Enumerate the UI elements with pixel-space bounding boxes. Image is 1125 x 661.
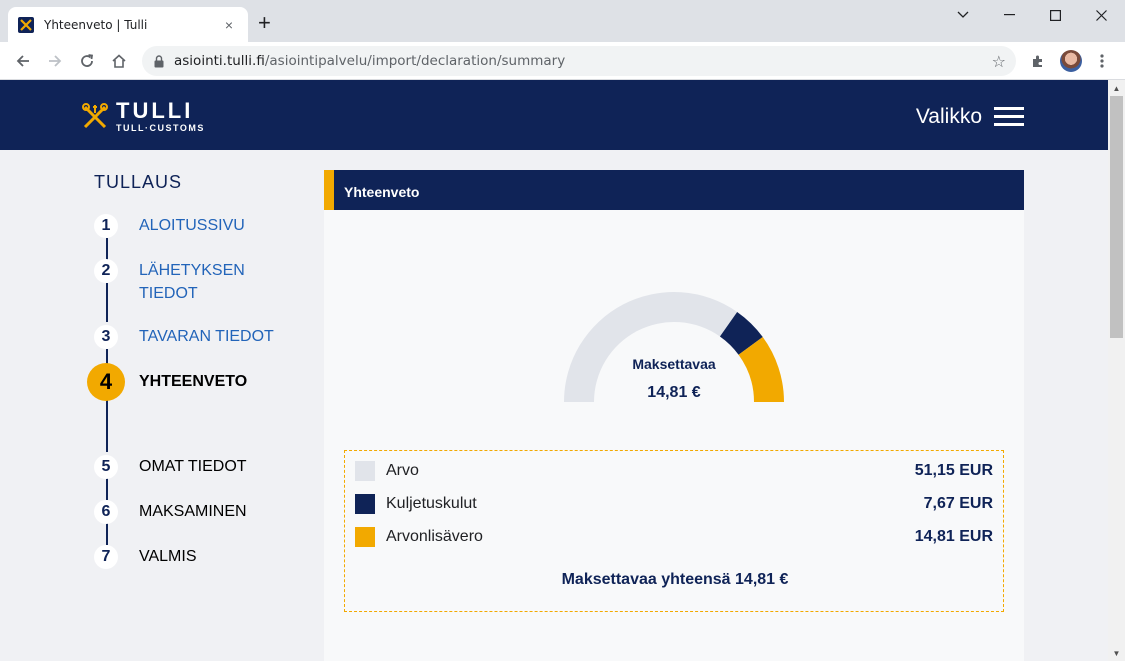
step-aloitussivu[interactable]: 1 ALOITUSSIVU (94, 214, 245, 238)
cost-label: Arvonlisävero (386, 528, 483, 545)
step-valmis: 7 VALMIS (94, 545, 197, 569)
step-number: 6 (94, 500, 118, 524)
url-path: /asiointipalvelu/import/declaration/summ… (264, 53, 566, 69)
stepper-title: TULLAUS (94, 172, 183, 192)
tab-search-icon[interactable] (940, 0, 986, 30)
step-label: YHTEENVETO (139, 373, 248, 390)
step-number: 5 (94, 455, 118, 479)
menu-label: Valikko (915, 104, 982, 128)
step-lahetyksen-tiedot[interactable]: 2 LÄHETYKSEN TIEDOT (94, 259, 245, 305)
total-payable: Maksettavaa yhteensä 14,81 € (561, 571, 789, 588)
menu-button[interactable]: Valikko (916, 102, 1024, 131)
browser-tab[interactable]: Yhteenveto | Tulli × (8, 7, 248, 42)
profile-avatar[interactable] (1060, 50, 1082, 72)
step-number: 1 (94, 214, 118, 238)
card-title: Yhteenveto (344, 184, 420, 200)
cost-amount: 51,15 EUR (914, 462, 993, 479)
step-label-line: TIEDOT (139, 285, 198, 302)
page-scrollbar[interactable]: ▲ ▼ (1108, 80, 1125, 661)
step-label: OMAT TIEDOT (139, 458, 247, 475)
step-label: VALMIS (139, 548, 197, 565)
step-label: TAVARAN TIEDOT (139, 328, 274, 345)
site-header: TULLI TULL·CUSTOMS Valikko (0, 80, 1108, 150)
scroll-thumb[interactable] (1110, 96, 1123, 338)
scroll-down-icon[interactable]: ▼ (1108, 645, 1125, 661)
back-icon[interactable] (12, 50, 34, 72)
keys-emblem-icon (82, 102, 108, 128)
step-number-active: 4 (87, 363, 125, 401)
cost-row-arvo: Arvo 51,15 EUR (355, 459, 993, 483)
step-connector (106, 238, 108, 260)
cost-amount: 14,81 EUR (914, 528, 993, 545)
step-maksaminen: 6 MAKSAMINEN (94, 500, 247, 524)
url-text: asiointi.tulli.fi/asiointipalvelu/import… (174, 53, 565, 69)
step-connector (106, 478, 108, 500)
cost-breakdown: Arvo 51,15 EUR Kuljetuskulut 7,67 EUR Ar… (344, 450, 1004, 612)
tab-title: Yhteenveto | Tulli (44, 17, 148, 32)
tulli-logo[interactable]: TULLI TULL·CUSTOMS (82, 100, 205, 133)
close-window-icon[interactable] (1078, 0, 1124, 30)
step-connector (106, 523, 108, 545)
legend-swatch (355, 461, 375, 481)
forward-icon[interactable] (44, 50, 66, 72)
minimize-icon[interactable] (986, 0, 1032, 30)
cost-row-kuljetuskulut: Kuljetuskulut 7,67 EUR (355, 492, 993, 516)
step-number: 2 (94, 259, 118, 283)
step-label: LÄHETYKSEN TIEDOT (139, 259, 245, 305)
tulli-favicon-icon (18, 16, 34, 33)
cost-label: Kuljetuskulut (386, 495, 477, 512)
logo-subtitle: TULL·CUSTOMS (116, 123, 205, 133)
step-tavaran-tiedot[interactable]: 3 TAVARAN TIEDOT (94, 325, 274, 349)
summary-card: Yhteenveto Maksettavaa 14,81 € Arvo 51,1… (324, 170, 1024, 661)
browser-tab-bar: Yhteenveto | Tulli × + (0, 0, 1125, 42)
gauge-label: Maksettavaa (632, 356, 716, 372)
cost-row-arvonlisavero: Arvonlisävero 14,81 EUR (355, 525, 993, 549)
card-header: Yhteenveto (324, 170, 1024, 210)
star-icon[interactable]: ☆ (992, 52, 1006, 72)
lock-icon (154, 54, 164, 67)
home-icon[interactable] (108, 50, 130, 72)
address-bar[interactable]: asiointi.tulli.fi/asiointipalvelu/import… (142, 46, 1016, 76)
legend-swatch (355, 527, 375, 547)
step-yhteenveto-current: 4 YHTEENVETO (87, 363, 248, 401)
reload-icon[interactable] (76, 50, 98, 72)
new-tab-button[interactable]: + (258, 12, 271, 34)
hamburger-icon (994, 102, 1024, 131)
step-connector (106, 400, 108, 452)
legend-swatch (355, 494, 375, 514)
kebab-menu-icon[interactable] (1092, 51, 1112, 71)
step-number: 3 (94, 325, 118, 349)
scroll-up-icon[interactable]: ▲ (1108, 80, 1125, 96)
url-host: asiointi.tulli.fi (174, 53, 265, 69)
step-number: 7 (94, 545, 118, 569)
step-label: MAKSAMINEN (139, 503, 247, 520)
step-omat-tiedot: 5 OMAT TIEDOT (94, 455, 247, 479)
cost-label: Arvo (386, 462, 419, 479)
payment-gauge: Maksettavaa 14,81 € (562, 290, 786, 410)
logo-wordmark: TULLI (116, 98, 194, 123)
gauge-value: 14,81 € (647, 384, 701, 401)
browser-toolbar: asiointi.tulli.fi/asiointipalvelu/import… (0, 42, 1125, 80)
tab-close-icon[interactable]: × (220, 17, 238, 33)
cost-amount: 7,67 EUR (923, 495, 993, 512)
step-label: ALOITUSSIVU (139, 217, 245, 234)
step-connector (106, 283, 108, 322)
maximize-icon[interactable] (1032, 0, 1078, 30)
extensions-icon[interactable] (1028, 51, 1048, 71)
page-content: TULLI TULL·CUSTOMS Valikko TULLAUS 1 ALO… (0, 80, 1108, 661)
step-label-line: LÄHETYKSEN (139, 262, 245, 279)
